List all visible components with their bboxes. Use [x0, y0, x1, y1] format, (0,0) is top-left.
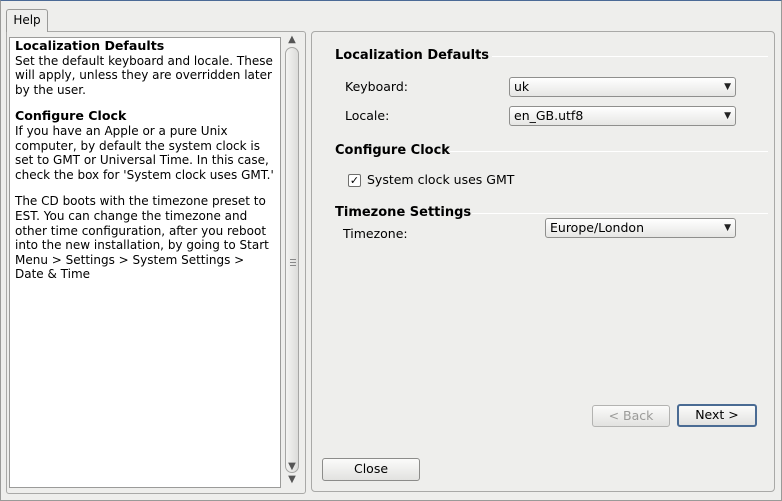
scroll-down-icon[interactable]: ▼: [283, 461, 301, 473]
next-button[interactable]: Next >: [677, 404, 757, 427]
help-heading-clock: Configure Clock: [15, 108, 127, 124]
section-title-localization: Localization Defaults: [335, 48, 490, 63]
keyboard-label: Keyboard:: [345, 79, 408, 94]
scroll-grip-icon: [290, 259, 296, 266]
gmt-checkbox-label[interactable]: System clock uses GMT: [367, 172, 514, 187]
scroll-thumb[interactable]: [285, 47, 299, 473]
help-scrollbar[interactable]: ▲ ▼ ▼: [283, 33, 301, 488]
section-title-clock: Configure Clock: [335, 143, 450, 158]
help-body-clock: If you have an Apple or a pure Unix comp…: [15, 123, 274, 182]
chevron-down-icon: ▼: [724, 111, 731, 121]
section-divider-localization: [492, 56, 768, 57]
checkmark-icon: ✓: [349, 174, 360, 187]
help-body-localization: Set the default keyboard and locale. The…: [15, 53, 273, 97]
chevron-down-icon: ▼: [724, 82, 731, 92]
gmt-checkbox[interactable]: ✓: [348, 174, 361, 187]
section-title-timezone: Timezone Settings: [335, 205, 472, 220]
locale-select[interactable]: en_GB.utf8 ▼: [509, 106, 736, 126]
help-text-view[interactable]: Localization Defaults Set the default ke…: [9, 37, 281, 488]
keyboard-select-value: uk: [514, 79, 530, 94]
scroll-up-icon[interactable]: ▲: [283, 34, 301, 46]
timezone-label: Timezone:: [343, 226, 408, 241]
keyboard-select[interactable]: uk ▼: [509, 77, 736, 97]
locale-label: Locale:: [345, 108, 390, 123]
tab-help[interactable]: Help: [6, 9, 48, 32]
timezone-select-value: Europe/London: [550, 220, 644, 235]
help-body-timezone: The CD boots with the timezone preset to…: [15, 194, 269, 282]
back-button[interactable]: < Back: [592, 405, 670, 427]
help-heading-localization: Localization Defaults: [15, 38, 165, 53]
timezone-select[interactable]: Europe/London ▼: [545, 218, 736, 238]
chevron-down-icon: ▼: [724, 223, 731, 233]
close-button[interactable]: Close: [322, 458, 420, 481]
tab-help-label: Help: [13, 13, 41, 27]
section-divider-timezone: [472, 213, 768, 214]
locale-select-value: en_GB.utf8: [514, 108, 584, 123]
section-divider-clock: [450, 151, 768, 152]
scroll-down-icon-2[interactable]: ▼: [283, 474, 301, 486]
